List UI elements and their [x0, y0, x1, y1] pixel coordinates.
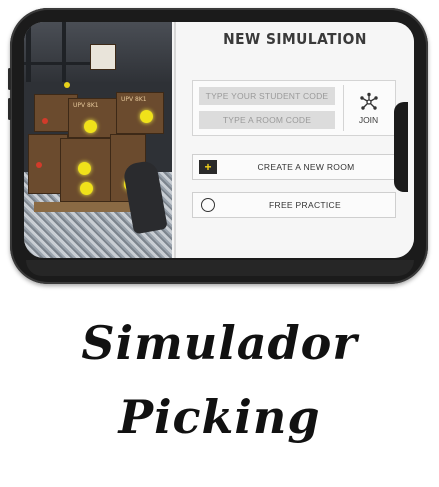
status-light-red: [42, 118, 48, 124]
caption-title-line-2: Picking: [118, 390, 321, 444]
phone-screen: UPV 8K1 UPV 8K1 NEW SIMULATION TYPE YOUR…: [24, 22, 414, 258]
pick-light[interactable]: [140, 110, 153, 123]
create-room-button[interactable]: + CREATE A NEW ROOM: [192, 154, 396, 180]
caption-title-line-1: Simulador: [81, 316, 358, 370]
join-button[interactable]: JOIN: [343, 85, 393, 131]
simulation-menu-panel: NEW SIMULATION TYPE YOUR STUDENT CODE TY…: [174, 22, 414, 258]
shelf-beam: [62, 22, 66, 82]
student-code-input[interactable]: TYPE YOUR STUDENT CODE: [199, 87, 335, 105]
phone-frame: UPV 8K1 UPV 8K1 NEW SIMULATION TYPE YOUR…: [8, 8, 428, 284]
simulation-viewport[interactable]: UPV 8K1 UPV 8K1: [24, 22, 172, 258]
plus-icon: +: [199, 160, 217, 174]
join-label: JOIN: [358, 114, 379, 125]
network-nodes-icon: [359, 92, 378, 110]
pick-light[interactable]: [78, 162, 91, 175]
phone-notch: [394, 102, 408, 192]
phone-bottom-bezel: [26, 260, 414, 276]
room-code-input[interactable]: TYPE A ROOM CODE: [199, 111, 335, 129]
volume-down-button: [8, 98, 11, 120]
poster: [90, 44, 116, 70]
shelf-beam: [26, 22, 31, 82]
status-light-red: [36, 162, 42, 168]
page-title: NEW SIMULATION: [223, 30, 367, 48]
create-room-label: CREATE A NEW ROOM: [257, 162, 355, 172]
pick-light[interactable]: [84, 120, 97, 133]
volume-up-button: [8, 68, 11, 90]
pick-light[interactable]: [80, 182, 93, 195]
box-tag: UPV 8K1: [73, 102, 99, 109]
join-room-group: TYPE YOUR STUDENT CODE TYPE A ROOM CODE: [192, 80, 396, 136]
status-light: [64, 82, 70, 88]
circle-icon: [201, 198, 215, 212]
free-practice-button[interactable]: FREE PRACTICE: [192, 192, 396, 218]
free-practice-label: FREE PRACTICE: [269, 200, 341, 210]
box-tag: UPV 8K1: [121, 96, 147, 103]
pallet: [34, 202, 134, 212]
